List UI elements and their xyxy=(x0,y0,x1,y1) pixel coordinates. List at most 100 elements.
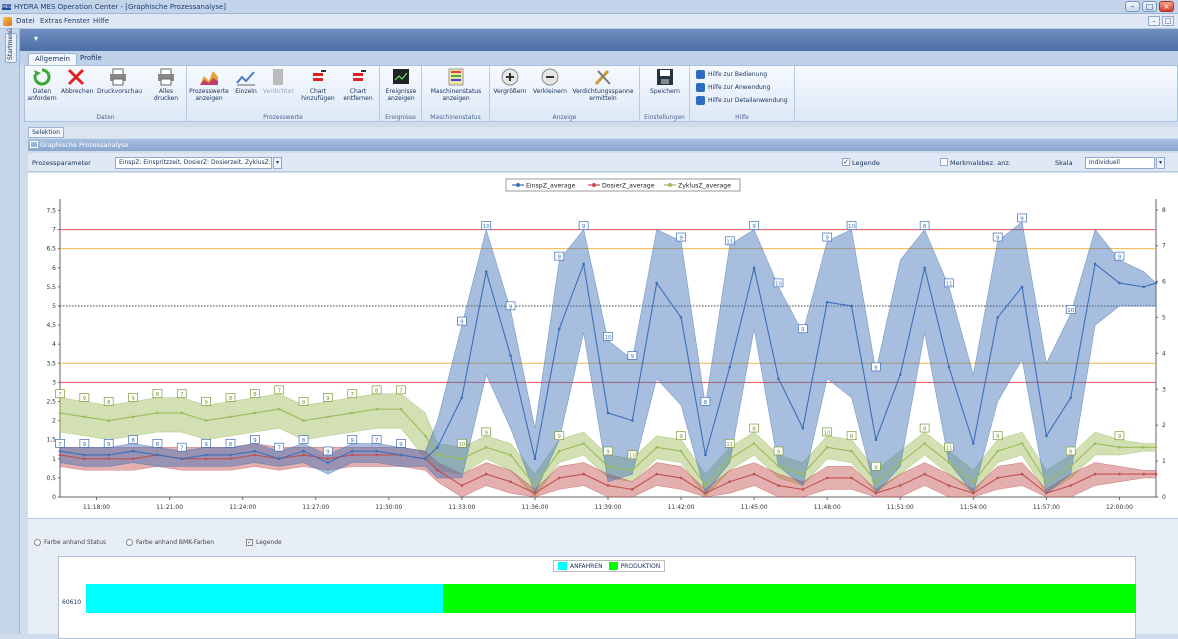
zyklus-data-label: 8 xyxy=(253,392,257,398)
app-icon: MES xyxy=(2,4,11,10)
data-point-DosierZ_average xyxy=(131,457,135,461)
status-legende-checkbox[interactable]: ✓ Legende xyxy=(246,539,282,546)
ereignisse-anzeigen-button[interactable]: Ereignisse anzeigen xyxy=(383,68,419,102)
menu-fenster[interactable]: Fenster xyxy=(64,17,90,25)
status-segment-produktion[interactable] xyxy=(443,584,1136,613)
y-left-tick-label: 2 xyxy=(52,418,56,425)
legend-label-2: ZyklusZ_average xyxy=(678,183,731,190)
status-bar[interactable] xyxy=(86,584,1136,613)
legende-checkbox[interactable]: ✓ xyxy=(842,158,850,166)
daten-anfordern-button[interactable]: Daten anfordern xyxy=(27,68,57,102)
zyklus-data-label: 9 xyxy=(83,396,87,402)
mdi-restore-button[interactable]: □ xyxy=(1162,16,1174,26)
data-point-ZyklusZ_average xyxy=(436,453,439,457)
menu-hilfe[interactable]: Hilfe xyxy=(93,17,109,25)
skala-dropdown-button[interactable]: ▾ xyxy=(1156,157,1165,169)
radio-farbe-status[interactable]: Farbe anhand Status xyxy=(34,539,106,546)
quick-access-bar: ▾ xyxy=(20,29,1178,51)
y-right-tick-label: 6 xyxy=(1162,279,1166,286)
selektion-tab[interactable]: Selektion xyxy=(28,127,64,138)
data-point-ZyklusZ_average xyxy=(801,472,805,476)
speichern-button[interactable]: Speichern xyxy=(646,68,684,95)
data-point-ZyklusZ_average xyxy=(1118,446,1121,449)
zyklus-data-label: 8 xyxy=(923,427,927,433)
y-left-tick-label: 1,5 xyxy=(46,437,56,444)
skala-label: Skala xyxy=(1055,159,1073,167)
einsp-data-label: 8 xyxy=(302,438,306,444)
close-button[interactable]: × xyxy=(1159,1,1174,12)
einsp-data-label: 10 xyxy=(775,281,782,287)
zyklus-data-label: 11 xyxy=(945,446,952,452)
verkleinern-button[interactable]: Verkleinern xyxy=(532,68,568,95)
y-left-tick-label: 0,5 xyxy=(46,475,56,482)
prozesswerte-anzeigen-button[interactable]: Prozesswerte anzeigen xyxy=(189,68,229,102)
zyklus-data-label: 9 xyxy=(777,449,781,455)
zyklus-data-label: 7 xyxy=(399,388,403,394)
data-point-EinspZ_average xyxy=(728,365,732,369)
verdichtungsspanne-button[interactable]: Verdichtungsspanne ermitteln xyxy=(570,68,636,102)
chart-hinzufuegen-button[interactable]: Chart hinzufügen xyxy=(299,68,337,102)
y-left-tick-label: 7,5 xyxy=(46,207,56,214)
data-point-ZyklusZ_average xyxy=(58,411,62,415)
y-left-tick-label: 7 xyxy=(52,227,56,234)
panel-header: Graphische Prozessanalyse xyxy=(28,139,1178,151)
data-point-ZyklusZ_average xyxy=(874,480,878,484)
tab-allgemein[interactable]: Allgemein xyxy=(28,53,77,65)
data-point-ZyklusZ_average xyxy=(1093,442,1097,445)
data-point-ZyklusZ_average xyxy=(1154,446,1158,449)
mdi-minimize-button[interactable]: – xyxy=(1148,16,1160,26)
data-point-EinspZ_average xyxy=(655,281,659,285)
x-tick-label: 11:57:00 xyxy=(1033,504,1060,511)
app-menu-icon[interactable] xyxy=(3,17,12,26)
einsp-data-label: 9 xyxy=(1118,255,1122,261)
x-tick-label: 11:54:00 xyxy=(960,504,987,511)
data-point-ZyklusZ_average xyxy=(996,449,999,453)
y-left-tick-label: 6 xyxy=(52,265,56,272)
zyklus-data-label: 9 xyxy=(606,449,610,455)
druckvorschau-button[interactable]: Druckvorschau xyxy=(97,68,142,95)
y-left-tick-label: 3,5 xyxy=(46,360,56,367)
prozessparameter-dropdown-button[interactable]: ▾ xyxy=(273,157,282,169)
zyklus-data-label: 8 xyxy=(107,400,111,406)
hilfe-bedienung-link[interactable]: Hilfe zur Bedienung xyxy=(696,70,767,79)
minimize-button[interactable]: – xyxy=(1125,1,1140,12)
legend-label-0: EinspZ_average xyxy=(526,183,576,190)
data-point-ZyklusZ_average xyxy=(972,480,975,484)
merkmalsbez-checkbox[interactable] xyxy=(940,158,948,166)
tools-icon xyxy=(593,68,613,86)
alles-drucken-button[interactable]: Alles drucken xyxy=(151,68,181,102)
chart-entfernen-button[interactable]: Chart entfernen xyxy=(341,68,375,102)
einzeln-button[interactable]: Einzeln xyxy=(233,68,259,95)
data-point-EinspZ_average xyxy=(302,449,305,453)
hilfe-anwendung-link[interactable]: Hilfe zur Anwendung xyxy=(696,83,770,92)
abbrechen-button[interactable]: Abbrechen xyxy=(61,68,93,95)
vergroessern-button[interactable]: Vergrößern xyxy=(492,68,528,95)
help-icon xyxy=(696,70,705,79)
data-point-EinspZ_average xyxy=(460,396,464,399)
skala-combo[interactable]: Individuell xyxy=(1085,157,1155,169)
data-point-EinspZ_average xyxy=(874,438,878,441)
menu-datei[interactable]: Datei xyxy=(16,17,35,25)
radio-farbe-bmk[interactable]: Farbe anhand BMK-Farben xyxy=(126,539,214,546)
prozessparameter-combo[interactable]: EinspZ: Einspritzzeit, DosierZ: Dosierze… xyxy=(115,157,272,169)
einsp-data-label: 9 xyxy=(825,236,829,242)
tab-profile[interactable]: Profile xyxy=(74,53,108,65)
status-segment-anfahren[interactable] xyxy=(86,584,443,613)
zyklus-data-label: 8 xyxy=(156,392,160,398)
verdichtet-button[interactable]: Verdichtet xyxy=(263,68,294,95)
maximize-button[interactable]: □ xyxy=(1142,1,1157,12)
einsp-data-label: 9 xyxy=(351,438,355,444)
process-chart[interactable]: EinspZ_average DosierZ_average ZyklusZ_ave… xyxy=(28,173,1178,518)
menu-extras[interactable]: Extras xyxy=(40,17,62,25)
filter-bar: Prozessparameter EinspZ: Einspritzzeit, … xyxy=(28,153,1178,172)
data-point-EinspZ_average xyxy=(107,453,111,457)
title-bar: MES HYDRA MES Operation Center - [Graphi… xyxy=(0,0,1178,14)
data-point-ZyklusZ_average xyxy=(923,442,926,445)
qat-dropdown-icon[interactable]: ▾ xyxy=(34,34,38,43)
data-point-ZyklusZ_average xyxy=(484,446,488,449)
hilfe-detail-link[interactable]: Hilfe zur Detailanwendung xyxy=(696,96,788,105)
maschinenstatus-anzeigen-button[interactable]: Maschinenstatus anzeigen xyxy=(426,68,486,102)
data-point-DosierZ_average xyxy=(533,491,537,495)
side-tab-startmenu[interactable]: Startmenü xyxy=(5,28,17,63)
einsp-data-label: 7 xyxy=(277,446,281,452)
